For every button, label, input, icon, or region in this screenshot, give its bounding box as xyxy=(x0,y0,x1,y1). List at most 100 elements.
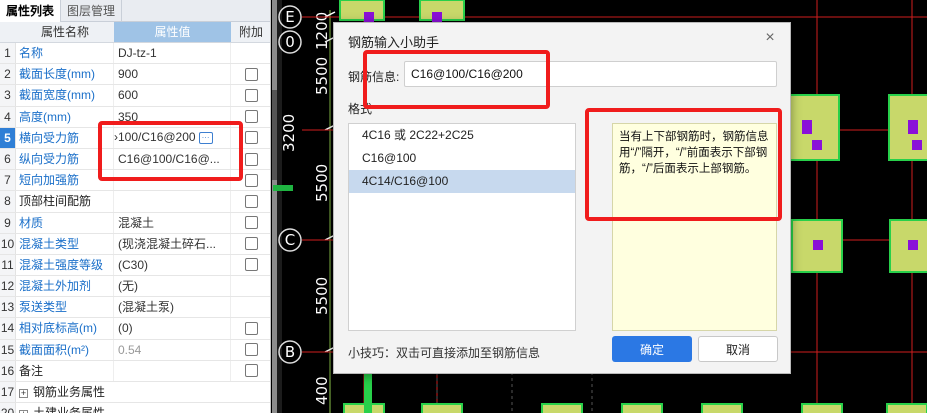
format-list-item[interactable]: C16@100 xyxy=(349,147,575,170)
property-value[interactable]: (无) xyxy=(114,276,231,297)
additional-checkbox[interactable] xyxy=(244,152,258,166)
property-row[interactable]: 1 名称 DJ-tz-1 xyxy=(0,43,270,65)
property-name: 混凝土类型 xyxy=(16,233,114,254)
dim-text-1200: 1200 xyxy=(313,12,331,50)
property-value[interactable]: 600 xyxy=(114,85,231,106)
property-row[interactable]: 3 截面宽度(mm) 600 xyxy=(0,85,270,107)
axis-bubble-b: B xyxy=(278,340,302,364)
property-value[interactable]: (混凝土泵) xyxy=(114,297,231,318)
property-row[interactable]: 9 材质 混凝土 xyxy=(0,212,270,234)
row-index: 17 xyxy=(0,382,16,403)
additional-checkbox[interactable] xyxy=(244,131,258,145)
format-list-item-selected[interactable]: 4C14/C16@100 xyxy=(349,170,575,193)
footing-bottom-5 xyxy=(701,403,743,413)
tab-layer-management[interactable]: 图层管理 xyxy=(61,0,123,22)
axis-bubble-0: 0 xyxy=(278,30,302,54)
property-row[interactable]: 2 截面长度(mm) 900 xyxy=(0,64,270,86)
property-name: 截面长度(mm) xyxy=(16,64,114,85)
property-value[interactable]: 0.54 xyxy=(114,339,231,360)
property-row[interactable]: 11 混凝土强度等级 (C30) xyxy=(0,254,270,277)
property-row[interactable]: 16 备注 xyxy=(0,360,270,382)
property-table-header: 属性名称 属性值 附加 xyxy=(0,22,270,43)
property-row[interactable]: 17 + 钢筋业务属性 xyxy=(0,382,270,404)
row-index: 16 xyxy=(0,360,16,381)
property-value[interactable]: 混凝土 xyxy=(114,212,231,233)
row-index: 20 xyxy=(0,403,16,413)
footing-r1-2 xyxy=(888,94,927,161)
property-name: 混凝土外加剂 xyxy=(16,276,114,297)
svg-text:C: C xyxy=(285,231,295,249)
property-value[interactable] xyxy=(114,191,231,212)
svg-text:0: 0 xyxy=(285,33,295,51)
property-row[interactable]: 10 混凝土类型 (现浇混凝土碎石... xyxy=(0,233,270,255)
property-value[interactable]: DJ-tz-1 xyxy=(114,43,231,64)
additional-checkbox[interactable] xyxy=(244,364,258,378)
property-tabs: 属性列表 图层管理 xyxy=(0,0,270,22)
annotation-red-box-tip xyxy=(585,108,782,221)
additional-cell xyxy=(231,340,270,360)
svg-text:E: E xyxy=(285,8,294,26)
cancel-button[interactable]: 取消 xyxy=(698,336,778,362)
dialog-title: 钢筋输入小助手 xyxy=(348,35,440,50)
header-property-value: 属性值 xyxy=(114,22,231,42)
property-group-label: 钢筋业务属性 xyxy=(33,385,106,399)
property-value[interactable]: (现浇混凝土碎石... xyxy=(114,233,231,254)
property-value[interactable]: (C30) xyxy=(114,254,231,276)
format-list-item[interactable]: 4C16 或 2C22+2C25 xyxy=(349,124,575,147)
property-value[interactable]: (0) xyxy=(114,318,231,339)
footing-top-2 xyxy=(419,0,465,22)
additional-checkbox[interactable] xyxy=(244,343,258,357)
additional-checkbox[interactable] xyxy=(244,110,258,124)
row-index: 13 xyxy=(0,297,16,318)
footing-bottom-3 xyxy=(541,403,583,413)
row-index: 11 xyxy=(0,254,16,276)
additional-cell xyxy=(231,255,270,275)
property-name: 泵送类型 xyxy=(16,297,114,318)
axis-bubble-e: E xyxy=(278,5,302,29)
row-index: 14 xyxy=(0,318,16,339)
additional-checkbox[interactable] xyxy=(244,258,258,272)
additional-checkbox[interactable] xyxy=(244,216,258,230)
property-name: +土建业务属性 xyxy=(16,403,231,413)
green-marker xyxy=(273,185,293,191)
footing-bottom-4 xyxy=(621,403,663,413)
property-row[interactable]: 13 泵送类型 (混凝土泵) xyxy=(0,297,270,319)
row-index: 9 xyxy=(0,212,16,233)
property-row[interactable]: 14 相对底标高(m) (0) xyxy=(0,318,270,340)
axis-bubble-c: C xyxy=(278,228,302,252)
tab-property-list[interactable]: 属性列表 xyxy=(0,0,62,22)
additional-checkbox[interactable] xyxy=(244,173,258,187)
additional-checkbox[interactable] xyxy=(244,67,258,81)
additional-checkbox[interactable] xyxy=(244,237,258,251)
additional-checkbox[interactable] xyxy=(244,194,258,208)
additional-cell xyxy=(231,213,270,233)
property-row[interactable]: 8 顶部柱间配筋 xyxy=(0,191,270,213)
additional-checkbox[interactable] xyxy=(244,322,258,336)
dim-text-400: 400 xyxy=(313,376,331,405)
row-index: 2 xyxy=(0,64,16,85)
row-index: 7 xyxy=(0,170,16,191)
property-name: 截面面积(m²) xyxy=(16,339,114,360)
canvas-scroll-strip xyxy=(272,0,277,413)
row-index: 5 xyxy=(0,127,16,148)
property-value[interactable] xyxy=(114,360,231,381)
property-row[interactable]: 12 混凝土外加剂 (无) xyxy=(0,276,270,298)
footing-top-1 xyxy=(339,0,385,22)
footing-bottom-7 xyxy=(886,403,927,413)
additional-cell xyxy=(231,191,270,211)
header-additional: 附加 xyxy=(238,25,263,39)
property-name: 截面宽度(mm) xyxy=(16,85,114,106)
property-value[interactable]: 900 xyxy=(114,64,231,85)
property-panel: 属性列表 图层管理 属性名称 属性值 附加 1 名称 DJ-tz-1 2 截面长度(mm… xyxy=(0,0,271,413)
additional-checkbox[interactable] xyxy=(244,88,258,102)
additional-cell xyxy=(231,85,270,105)
close-icon[interactable]: × xyxy=(762,30,778,46)
expand-icon[interactable]: + xyxy=(19,389,28,398)
row-index: 4 xyxy=(0,106,16,127)
additional-cell xyxy=(231,276,270,296)
additional-cell xyxy=(231,361,270,381)
property-row[interactable]: 15 截面面积(m²) 0.54 xyxy=(0,339,270,361)
ok-button[interactable]: 确定 xyxy=(612,336,692,362)
property-group-label: 土建业务属性 xyxy=(33,406,105,413)
property-row[interactable]: 20+土建业务属性 xyxy=(0,403,270,413)
